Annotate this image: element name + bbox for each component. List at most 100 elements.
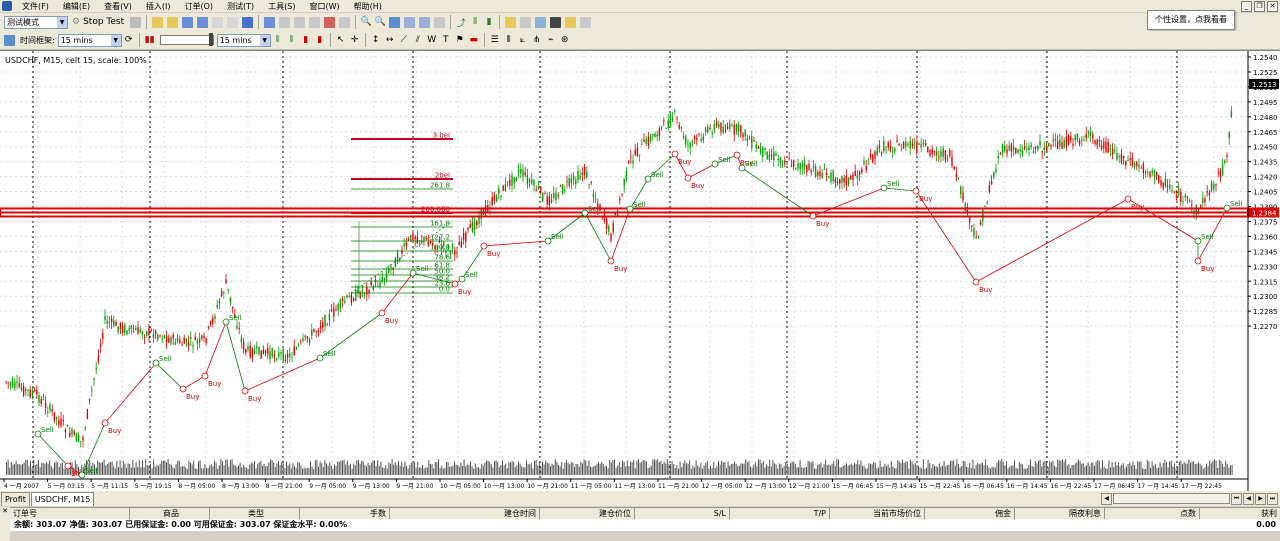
candle-body [414, 236, 416, 240]
menu-order[interactable]: 订单(O) [177, 1, 220, 12]
volume-bar [44, 463, 46, 475]
timeframe-select[interactable]: 15 mins ▼ [57, 33, 122, 47]
autotrading-icon[interactable] [294, 16, 306, 28]
save-icon[interactable] [565, 16, 577, 28]
chart-properties-icon[interactable] [434, 16, 446, 28]
refresh-icon[interactable]: ⟳ [123, 33, 135, 47]
tab-scrollbar[interactable]: ◀ ⏮ ◀ ▶ ⏭ [1100, 493, 1278, 505]
options-icon[interactable] [309, 16, 321, 28]
volume-bar [295, 467, 297, 475]
periods-icon[interactable] [535, 16, 547, 28]
last-tab-icon[interactable]: ⏭ [1267, 493, 1278, 505]
col-swap[interactable]: 隔夜利息 [1015, 508, 1105, 519]
col-sl[interactable]: S/L [635, 508, 730, 519]
autoscroll-icon[interactable] [419, 16, 431, 28]
col-profit[interactable]: 获利 [1200, 508, 1280, 519]
bars-icon[interactable]: ⦀ [286, 33, 298, 47]
restore-icon[interactable]: ❐ [1254, 1, 1265, 12]
new-order-icon[interactable] [264, 16, 276, 28]
indicators-icon[interactable] [520, 16, 532, 28]
vertical-line-icon[interactable]: ↕ [370, 33, 382, 47]
experts-icon[interactable] [505, 16, 517, 28]
tab-usdchf[interactable]: USDCHF, M15 [30, 492, 95, 506]
cursor-icon[interactable]: ↖ [335, 33, 347, 47]
col-points[interactable]: 点数 [1105, 508, 1200, 519]
metaeditor-icon[interactable] [279, 16, 291, 28]
profiles-icon[interactable] [167, 16, 179, 28]
data-window-icon[interactable] [197, 16, 209, 28]
stop-test-button[interactable]: ⚙ Stop Test [69, 15, 127, 29]
scroll-track[interactable] [1113, 493, 1230, 504]
screenshot-icon[interactable] [580, 16, 592, 28]
channel-icon[interactable]: ⫽ [412, 33, 424, 47]
close-icon[interactable]: ✕ [2, 507, 8, 515]
pitchfork-icon[interactable]: ⋔ [531, 33, 543, 47]
chart-window[interactable]: 3 bei 2bei 261.8 200.000 161.8 127.2 100.0 78.6… [0, 50, 1280, 492]
balance-row[interactable]: 余额: 303.07 净值: 303.07 已用保证金: 0.00 可用保证金:… [10, 519, 1280, 531]
menu-insert[interactable]: 插入(I) [139, 1, 178, 12]
zoom-out-icon[interactable]: 🔍 [374, 15, 386, 29]
close-icon[interactable]: ✕ [1267, 1, 1278, 12]
candle-chart-icon[interactable]: ▮ [483, 15, 495, 29]
terminal-icon[interactable] [227, 16, 239, 28]
mode-select[interactable]: 测试模式 ▼ [4, 15, 68, 29]
next-tab-icon[interactable]: ▶ [1255, 493, 1266, 505]
close-all-icon[interactable] [324, 16, 336, 28]
col-type[interactable]: 类型 [210, 508, 300, 519]
gann-icon[interactable]: ⟀ [517, 33, 529, 47]
scroll-left-icon[interactable]: ◀ [1101, 493, 1112, 505]
list-icon[interactable]: ☰ [489, 33, 501, 47]
trendline-icon[interactable]: ⟋ [398, 33, 410, 47]
fan-icon[interactable]: ⌁ [545, 33, 557, 47]
menu-edit[interactable]: 编辑(E) [56, 1, 97, 12]
timeframe-select-2[interactable]: 15 mins ▼ [216, 33, 271, 47]
col-commission[interactable]: 佣金 [925, 508, 1015, 519]
columns-icon[interactable]: ⦀ [503, 33, 515, 47]
candles2-icon[interactable]: ▮ [314, 33, 326, 47]
slider-handle[interactable] [208, 33, 213, 46]
navigator-icon[interactable] [212, 16, 224, 28]
tab-profit[interactable]: Profit [1, 492, 30, 506]
speed-slider[interactable] [159, 33, 214, 46]
menu-tools[interactable]: 工具(S) [261, 1, 302, 12]
new-chart-icon[interactable] [152, 16, 164, 28]
cycle-icon[interactable]: ⊛ [559, 33, 571, 47]
menu-view[interactable]: 查看(V) [97, 1, 139, 12]
col-market-price[interactable]: 当前市场价位 [830, 508, 925, 519]
menu-file[interactable]: 文件(F) [15, 1, 56, 12]
chart-shift-icon[interactable] [404, 16, 416, 28]
col-tp[interactable]: T/P [730, 508, 830, 519]
col-open-price[interactable]: 建仓价位 [540, 508, 635, 519]
col-ticket[interactable]: 订单号 [10, 508, 130, 519]
menu-window[interactable]: 窗口(W) [302, 1, 346, 12]
step-icon[interactable]: ⦀ [272, 33, 284, 47]
line-chart-icon[interactable]: ⤴ [455, 15, 467, 29]
first-tab-icon[interactable]: ⏮ [1231, 493, 1242, 505]
crosshair-icon[interactable]: ✛ [349, 33, 361, 47]
menu-test[interactable]: 测试(T) [220, 1, 261, 12]
label-icon[interactable]: ⚑ [454, 33, 466, 47]
minimize-icon[interactable]: _ [1241, 1, 1252, 12]
pause-icon[interactable]: ▮▮ [144, 33, 156, 47]
zoom-in-icon[interactable]: 🔍 [360, 15, 372, 29]
market-watch-icon[interactable] [182, 16, 194, 28]
prev-tab-icon[interactable]: ◀ [1243, 493, 1254, 505]
candles-icon[interactable]: ▮ [300, 33, 312, 47]
arrows-icon[interactable]: ▬ [468, 33, 480, 47]
horizontal-line-icon[interactable]: ↔ [384, 33, 396, 47]
print-icon[interactable] [339, 16, 351, 28]
candle-body [289, 353, 291, 357]
price-chart[interactable]: 3 bei2bei261.8200.000161.8127.2100.078.6… [0, 51, 1280, 491]
col-lots[interactable]: 手数 [300, 508, 390, 519]
candle-body [317, 330, 320, 333]
tester-icon[interactable] [242, 16, 254, 28]
col-open-time[interactable]: 建仓时间 [390, 508, 540, 519]
bar-chart-icon[interactable]: ⦀ [469, 15, 481, 29]
templates-icon[interactable] [550, 16, 562, 28]
text-icon[interactable]: T [440, 33, 452, 47]
fibo-icon[interactable]: W [426, 33, 438, 47]
col-symbol[interactable]: 商品 [130, 508, 210, 519]
menu-help[interactable]: 帮助(H) [347, 1, 389, 12]
edit-icon[interactable] [130, 16, 142, 28]
tile-windows-icon[interactable] [389, 16, 401, 28]
